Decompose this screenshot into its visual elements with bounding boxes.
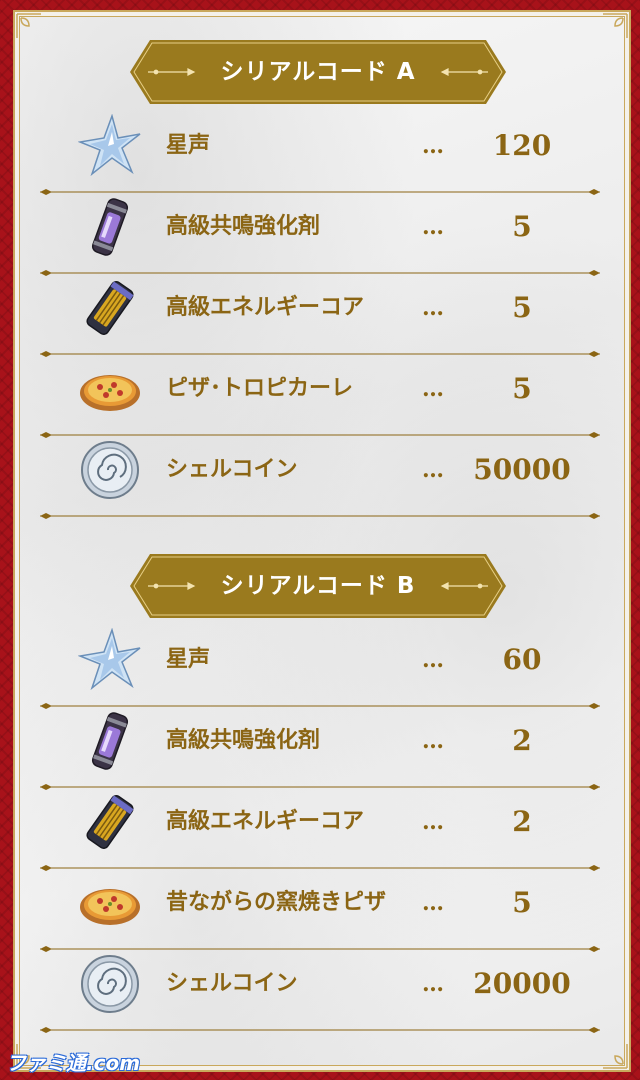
item-name: 高級共鳴強化剤 bbox=[166, 214, 321, 239]
reward-row: 高級共鳴強化剤 … 2 bbox=[40, 701, 600, 781]
section-title: シリアルコード A bbox=[220, 59, 416, 85]
star-crystal-icon bbox=[77, 627, 142, 692]
leader-dots: … bbox=[422, 376, 446, 402]
energy-core-icon bbox=[78, 790, 142, 854]
reward-row: 昔ながらの窯焼きピザ … 5 bbox=[40, 863, 600, 943]
star-crystal-icon bbox=[77, 113, 142, 178]
reward-row: シェルコイン … 20000 bbox=[40, 944, 600, 1024]
reward-row: 星声 … 60 bbox=[40, 620, 600, 700]
section-banner: シリアルコード B bbox=[130, 554, 506, 618]
watermark-logo: ファミ通.com bbox=[6, 1051, 141, 1075]
shell-coin-icon bbox=[78, 952, 142, 1016]
leader-dots: … bbox=[422, 133, 446, 159]
pizza-icon bbox=[78, 357, 142, 421]
item-name: 高級エネルギーコア bbox=[166, 809, 365, 834]
reward-row: 星声 … 120 bbox=[40, 106, 600, 186]
item-quantity: 60 bbox=[502, 643, 542, 676]
item-quantity: 120 bbox=[492, 129, 552, 162]
leader-dots: … bbox=[422, 890, 446, 916]
resonance-enhancer-icon bbox=[78, 195, 142, 259]
corner-ornament bbox=[603, 13, 628, 38]
item-quantity: 5 bbox=[512, 372, 532, 405]
item-name: 高級共鳴強化剤 bbox=[166, 728, 321, 753]
reward-row: シェルコイン … 50000 bbox=[40, 430, 600, 510]
item-quantity: 5 bbox=[512, 210, 532, 243]
item-name: シェルコイン bbox=[166, 457, 298, 482]
leader-dots: … bbox=[422, 809, 446, 835]
item-name: 星声 bbox=[166, 647, 211, 672]
item-quantity: 20000 bbox=[473, 967, 571, 1000]
item-name: 昔ながらの窯焼きピザ bbox=[166, 890, 387, 915]
leader-dots: … bbox=[422, 457, 446, 483]
leader-dots: … bbox=[422, 647, 446, 673]
leader-dots: … bbox=[422, 295, 446, 321]
section-title: シリアルコード B bbox=[220, 573, 416, 599]
reward-row: 高級共鳴強化剤 … 5 bbox=[40, 187, 600, 267]
resonance-enhancer-icon bbox=[78, 709, 142, 773]
item-quantity: 5 bbox=[512, 291, 532, 324]
item-quantity: 2 bbox=[512, 805, 532, 838]
leader-dots: … bbox=[422, 728, 446, 754]
reward-row: 高級エネルギーコア … 5 bbox=[40, 268, 600, 348]
leader-dots: … bbox=[422, 214, 446, 240]
item-quantity: 50000 bbox=[473, 453, 571, 486]
leader-dots: … bbox=[422, 971, 446, 997]
item-quantity: 5 bbox=[512, 886, 532, 919]
energy-core-icon bbox=[78, 276, 142, 340]
item-name: ピザ･トロピカーレ bbox=[166, 376, 354, 401]
pizza-icon bbox=[78, 871, 142, 935]
reward-row: 高級エネルギーコア … 2 bbox=[40, 782, 600, 862]
row-divider bbox=[40, 1020, 600, 1033]
row-divider bbox=[40, 506, 600, 519]
item-name: 星声 bbox=[166, 133, 211, 158]
corner-ornament bbox=[603, 1044, 628, 1069]
corner-ornament bbox=[16, 13, 41, 38]
shell-coin-icon bbox=[78, 438, 142, 502]
reward-row: ピザ･トロピカーレ … 5 bbox=[40, 349, 600, 429]
item-name: 高級エネルギーコア bbox=[166, 295, 365, 320]
item-name: シェルコイン bbox=[166, 971, 298, 996]
section-banner: シリアルコード A bbox=[130, 40, 506, 104]
item-quantity: 2 bbox=[512, 724, 532, 757]
